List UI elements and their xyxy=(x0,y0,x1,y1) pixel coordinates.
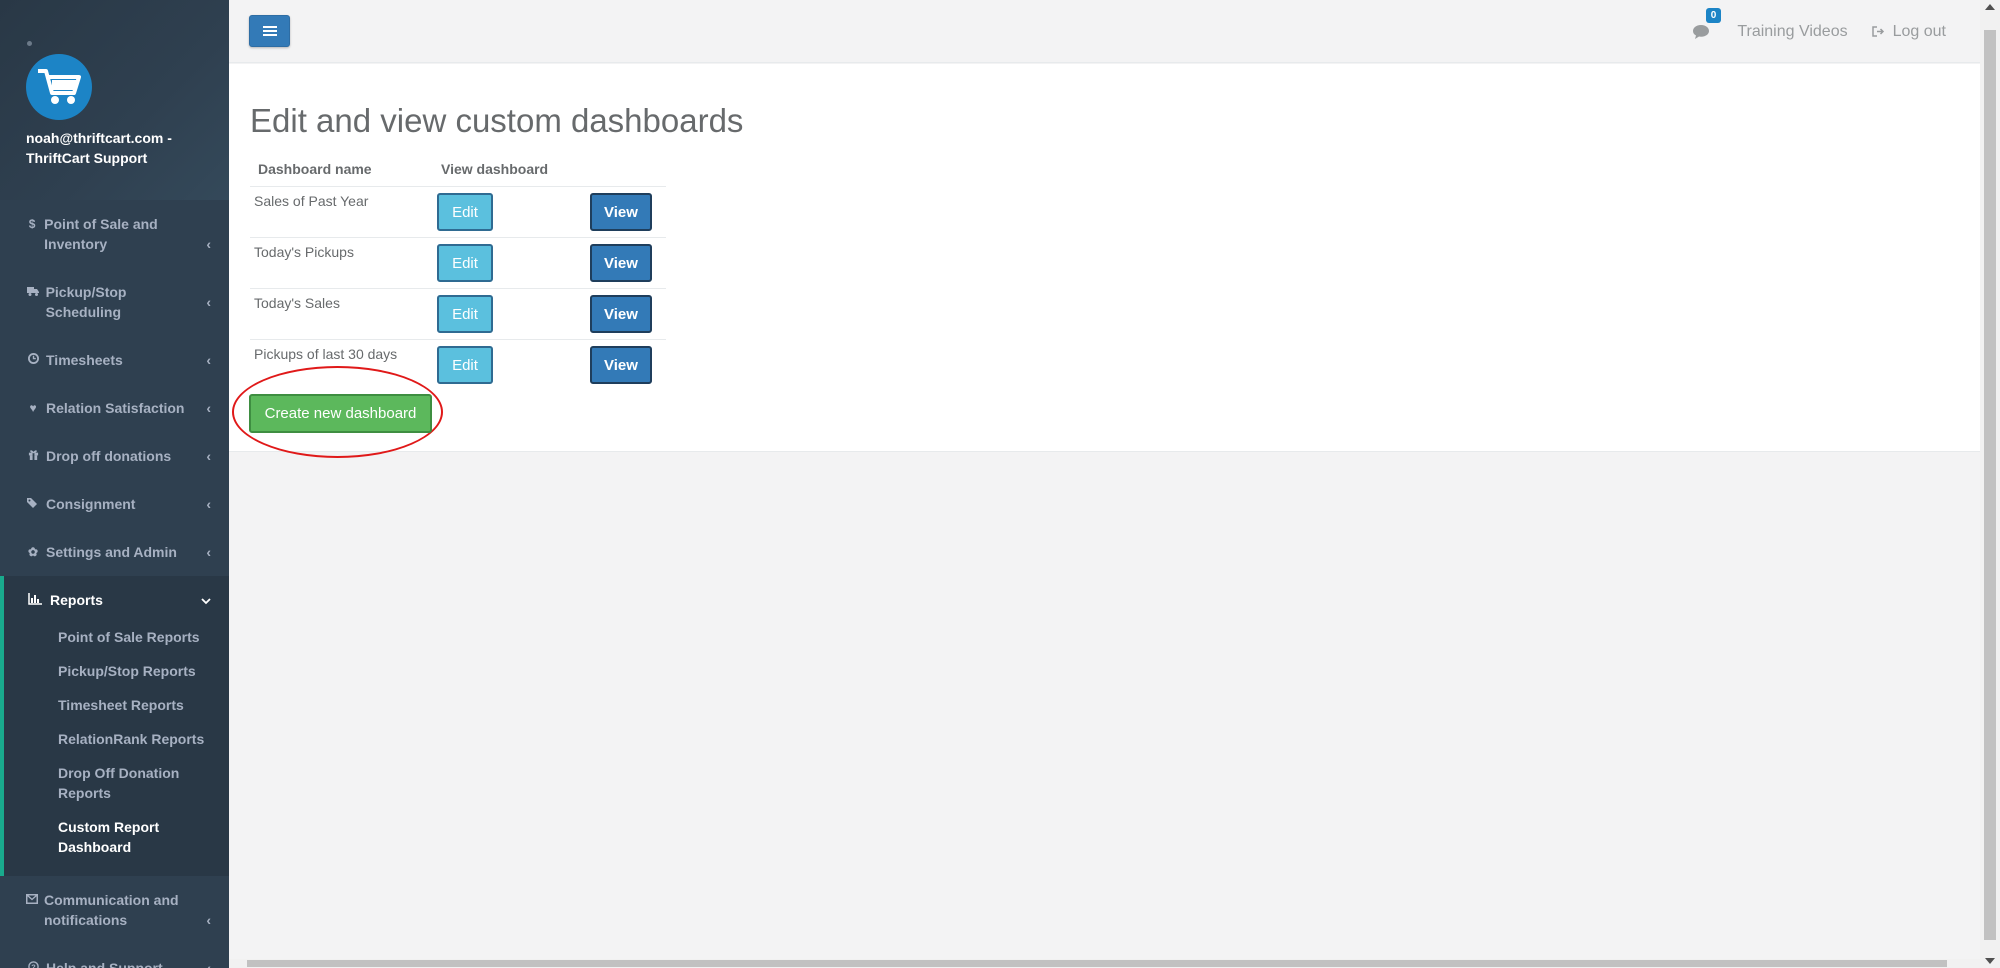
sidebar-item-communication[interactable]: Communication and notifications ‹ xyxy=(0,876,229,944)
training-videos-link[interactable]: Training Videos xyxy=(1737,23,1847,41)
user-name[interactable]: noah@thriftcart.com - ThriftCart Support xyxy=(26,128,203,168)
sidebar-item-label: Timesheets xyxy=(46,352,123,368)
scrollbar-thumb[interactable] xyxy=(1984,30,1996,940)
chevron-down-icon xyxy=(201,590,211,610)
view-dashboard-button[interactable]: View xyxy=(590,346,652,384)
view-dashboard-button[interactable]: View xyxy=(590,193,652,231)
logout-label: Log out xyxy=(1892,22,1946,40)
sign-out-icon xyxy=(1871,26,1884,37)
status-dot xyxy=(27,41,32,46)
edit-dashboard-button[interactable]: Edit xyxy=(437,295,493,333)
sidebar-item-consignment[interactable]: Consignment ‹ xyxy=(0,480,229,528)
edit-dashboard-button[interactable]: Edit xyxy=(437,193,493,231)
avatar[interactable] xyxy=(26,54,92,120)
create-dashboard-button[interactable]: Create new dashboard xyxy=(249,394,432,433)
scroll-down-arrow-icon[interactable] xyxy=(1985,958,1995,964)
dashboard-name: Today's Pickups xyxy=(250,237,433,289)
chevron-left-icon: ‹ xyxy=(206,960,211,968)
scroll-up-arrow-icon[interactable] xyxy=(1985,4,1995,10)
sidebar-item-label: Settings and Admin xyxy=(46,544,177,560)
sidebar-item-label: Consignment xyxy=(46,496,136,512)
sidebar-subitem-custom-dashboard[interactable]: Custom Report Dashboard xyxy=(4,810,229,864)
edit-dashboard-button[interactable]: Edit xyxy=(437,346,493,384)
messages-button[interactable]: 0 xyxy=(1689,7,1722,44)
sidebar-item-reports[interactable]: Reports xyxy=(4,576,229,620)
horizontal-scrollbar[interactable] xyxy=(229,959,1980,968)
hamburger-icon xyxy=(262,26,277,36)
sidebar-item-pickup-scheduling[interactable]: Pickup/Stop Scheduling ‹ xyxy=(0,268,229,336)
sidebar-item-label: Relation Satisfaction xyxy=(46,400,185,416)
chevron-left-icon: ‹ xyxy=(206,236,211,252)
chevron-left-icon: ‹ xyxy=(206,496,211,512)
top-navbar: 0 Training Videos Log out xyxy=(229,0,1980,63)
table-header-row: Dashboard name View dashboard xyxy=(250,152,666,187)
dashboard-name: Today's Sales xyxy=(250,288,433,340)
logout-link[interactable]: Log out xyxy=(1871,22,1946,41)
chevron-left-icon: ‹ xyxy=(206,294,211,310)
column-header-empty xyxy=(586,152,666,187)
sidebar-item-label: Pickup/Stop Scheduling xyxy=(45,284,127,320)
column-header: View dashboard xyxy=(433,152,586,187)
dashboards-table: Dashboard name View dashboard Sales of P… xyxy=(250,152,666,390)
chevron-left-icon: ‹ xyxy=(206,448,211,464)
envelope-icon xyxy=(26,890,38,910)
truck-icon xyxy=(26,282,40,302)
dollar-icon: $ xyxy=(28,217,36,231)
gear-icon: ✿ xyxy=(27,545,39,559)
sidebar-item-label: Help and Support xyxy=(46,960,163,968)
gift-icon xyxy=(26,446,40,466)
sidebar-item-label: Reports xyxy=(50,592,103,608)
sidebar-subitem-timesheet-reports[interactable]: Timesheet Reports xyxy=(4,688,229,722)
sidebar-item-label: Point of Sale and Inventory xyxy=(44,216,158,252)
question-icon: ? xyxy=(26,958,40,968)
profile-header: noah@thriftcart.com - ThriftCart Support xyxy=(0,0,229,200)
sidebar-item-label: Communication and notifications xyxy=(44,892,179,928)
sidebar-subitem-pickup-reports[interactable]: Pickup/Stop Reports xyxy=(4,654,229,688)
heart-icon: ♥ xyxy=(29,401,37,415)
view-dashboard-button[interactable]: View xyxy=(590,244,652,282)
sidebar-subitem-relationrank-reports[interactable]: RelationRank Reports xyxy=(4,722,229,756)
menu-toggle-button[interactable] xyxy=(249,15,290,47)
sidebar-item-label: Drop off donations xyxy=(46,448,172,464)
bar-chart-icon xyxy=(28,590,42,610)
sidebar-item-drop-off-donations[interactable]: Drop off donations ‹ xyxy=(0,432,229,480)
column-header: Dashboard name xyxy=(250,152,433,187)
scrollbar-thumb[interactable] xyxy=(247,960,1947,967)
tags-icon xyxy=(26,494,40,514)
sidebar-reports-section: Reports Point of Sale Reports Pickup/Sto… xyxy=(0,576,229,876)
sidebar-subitem-pos-reports[interactable]: Point of Sale Reports xyxy=(4,620,229,654)
clock-icon xyxy=(26,350,40,370)
dashboard-name: Sales of Past Year xyxy=(250,186,433,238)
sidebar-item-timesheets[interactable]: Timesheets ‹ xyxy=(0,336,229,384)
edit-dashboard-button[interactable]: Edit xyxy=(437,244,493,282)
chevron-left-icon: ‹ xyxy=(206,544,211,560)
chevron-left-icon: ‹ xyxy=(206,400,211,416)
chevron-left-icon: ‹ xyxy=(206,352,211,368)
sidebar-subitem-drop-off-reports[interactable]: Drop Off Donation Reports xyxy=(4,756,229,810)
sidebar-item-relation-satisfaction[interactable]: ♥ Relation Satisfaction ‹ xyxy=(0,384,229,432)
sidebar-item-help-support[interactable]: ? Help and Support ‹ xyxy=(0,944,229,968)
comment-icon xyxy=(1693,24,1710,39)
svg-text:?: ? xyxy=(31,962,36,968)
sidebar: noah@thriftcart.com - ThriftCart Support… xyxy=(0,0,229,968)
sidebar-item-point-of-sale[interactable]: $ Point of Sale and Inventory ‹ xyxy=(0,200,229,268)
top-right-links: 0 Training Videos Log out xyxy=(1689,0,1946,63)
cart-logo-icon xyxy=(38,69,81,104)
view-dashboard-button[interactable]: View xyxy=(590,295,652,333)
message-count-badge: 0 xyxy=(1705,7,1722,23)
table-row: Sales of Past Year Edit View xyxy=(250,186,666,238)
main-content: Edit and view custom dashboards Dashboar… xyxy=(229,64,1980,458)
vertical-scrollbar[interactable] xyxy=(1980,0,2000,968)
page-title: Edit and view custom dashboards xyxy=(250,102,744,139)
table-row: Today's Sales Edit View xyxy=(250,288,666,340)
sidebar-item-settings-admin[interactable]: ✿ Settings and Admin ‹ xyxy=(0,528,229,576)
chevron-left-icon: ‹ xyxy=(206,912,211,928)
table-row: Today's Pickups Edit View xyxy=(250,237,666,289)
